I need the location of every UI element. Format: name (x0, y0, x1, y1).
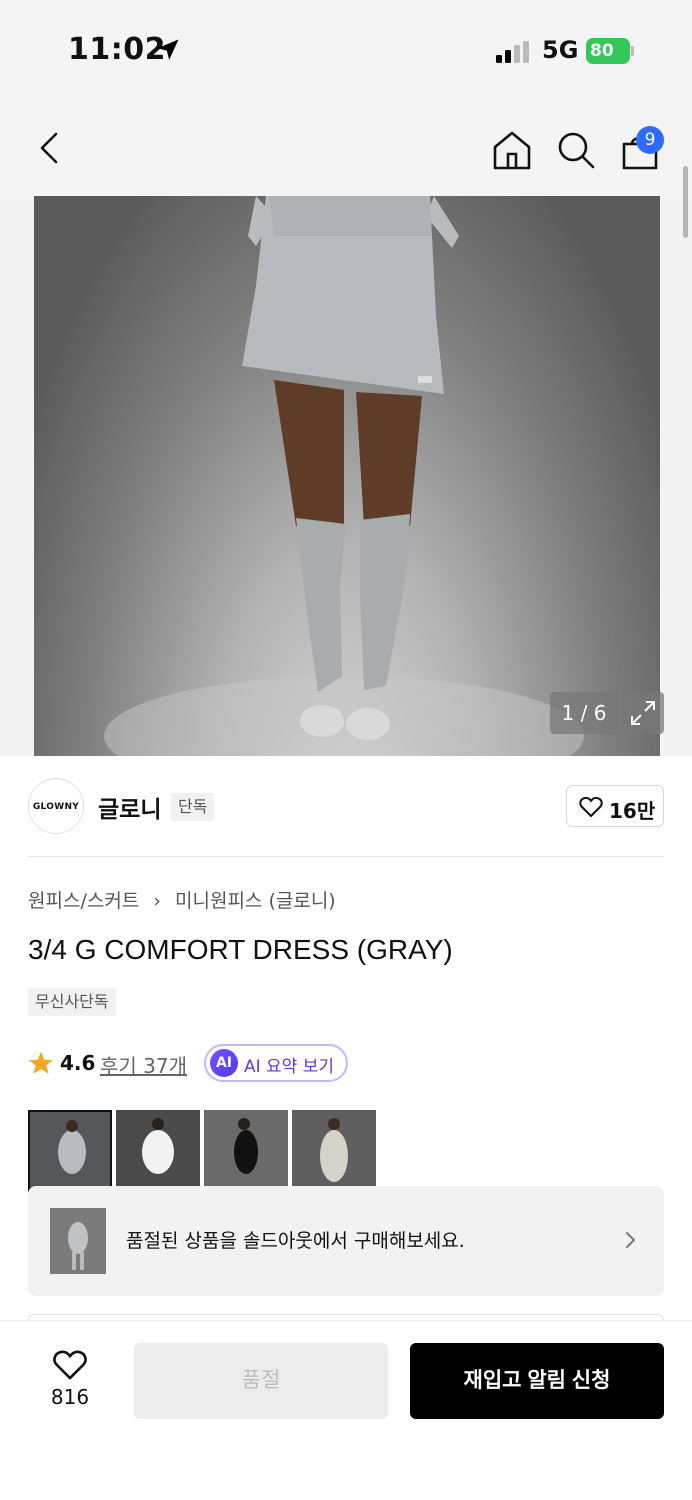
brand-name[interactable]: 글로니 (98, 790, 161, 824)
thumbnail-beige[interactable] (292, 1110, 376, 1192)
breadcrumb: 원피스/스커트 › 미니원피스 (글로니) (28, 886, 336, 913)
expand-icon (631, 701, 655, 725)
ai-summary-label: AI 요약 보기 (244, 1057, 335, 1077)
location-arrow-icon (157, 39, 179, 60)
breadcrumb-category[interactable]: 원피스/스커트 (28, 890, 139, 912)
exclusive-tag: 무신사단독 (28, 988, 116, 1016)
search-icon[interactable] (554, 128, 598, 172)
star-icon (29, 1051, 53, 1074)
wishlist-button[interactable]: 816 (42, 1345, 98, 1415)
chevron-right-icon (626, 1232, 635, 1248)
breadcrumb-subcategory[interactable]: 미니원피스 (글로니) (175, 890, 336, 912)
product-title: 3/4 G COMFORT DRESS (GRAY) (28, 934, 453, 965)
ai-icon: AI (210, 1049, 238, 1077)
brand-row: GLOWNY 글로니 단독 16만 (28, 778, 664, 836)
status-time: 11:02 (68, 32, 166, 67)
model-photo (104, 196, 584, 756)
image-counter: 1 / 6 (550, 692, 618, 734)
brand-like-button[interactable]: 16만 (566, 785, 664, 827)
battery-level: 80 (586, 38, 630, 64)
top-nav (0, 100, 692, 196)
scrollbar[interactable] (683, 166, 688, 238)
back-icon[interactable] (28, 126, 72, 170)
color-thumbnails (28, 1110, 388, 1192)
thumbnail-gray[interactable] (28, 1110, 112, 1192)
restock-alert-button[interactable]: 재입고 알림 신청 (410, 1343, 664, 1419)
heart-icon (579, 796, 603, 817)
soldout-banner-text: 품절된 상품을 솔드아웃에서 구매해보세요. (126, 1230, 465, 1252)
home-icon[interactable] (490, 128, 534, 172)
product-image[interactable] (34, 196, 660, 756)
expand-image-button[interactable] (622, 692, 664, 734)
thumbnail-white[interactable] (116, 1110, 200, 1192)
ai-summary-button[interactable]: AI AI 요약 보기 (204, 1044, 348, 1082)
brand-exclusive-tag: 단독 (171, 793, 215, 821)
chevron-right-icon: › (153, 890, 161, 912)
rating-row: 4.6 후기 37개 AI AI 요약 보기 (28, 1044, 628, 1082)
network-type: 5G (542, 36, 579, 64)
heart-icon (53, 1350, 87, 1380)
bottom-action-bar: 816 품절 재입고 알림 신청 (0, 1320, 692, 1500)
brand-like-count: 16만 (609, 799, 656, 823)
status-bar: 11:02 5G 80 (0, 0, 692, 100)
thumbnail-black[interactable] (204, 1110, 288, 1192)
soldout-button: 품절 (134, 1343, 388, 1419)
signal-icon (496, 41, 529, 63)
soldout-banner[interactable]: 품절된 상품을 솔드아웃에서 구매해보세요. (28, 1186, 664, 1296)
rating-value: 4.6 (60, 1051, 96, 1075)
soldout-product-image (50, 1208, 106, 1274)
review-link[interactable]: 후기 37개 (100, 1050, 187, 1079)
battery-icon: 80 (586, 38, 634, 64)
brand-logo[interactable]: GLOWNY (28, 778, 84, 834)
divider (28, 856, 664, 857)
cart-count-badge: 9 (636, 126, 664, 154)
wishlist-count: 816 (50, 1385, 90, 1409)
